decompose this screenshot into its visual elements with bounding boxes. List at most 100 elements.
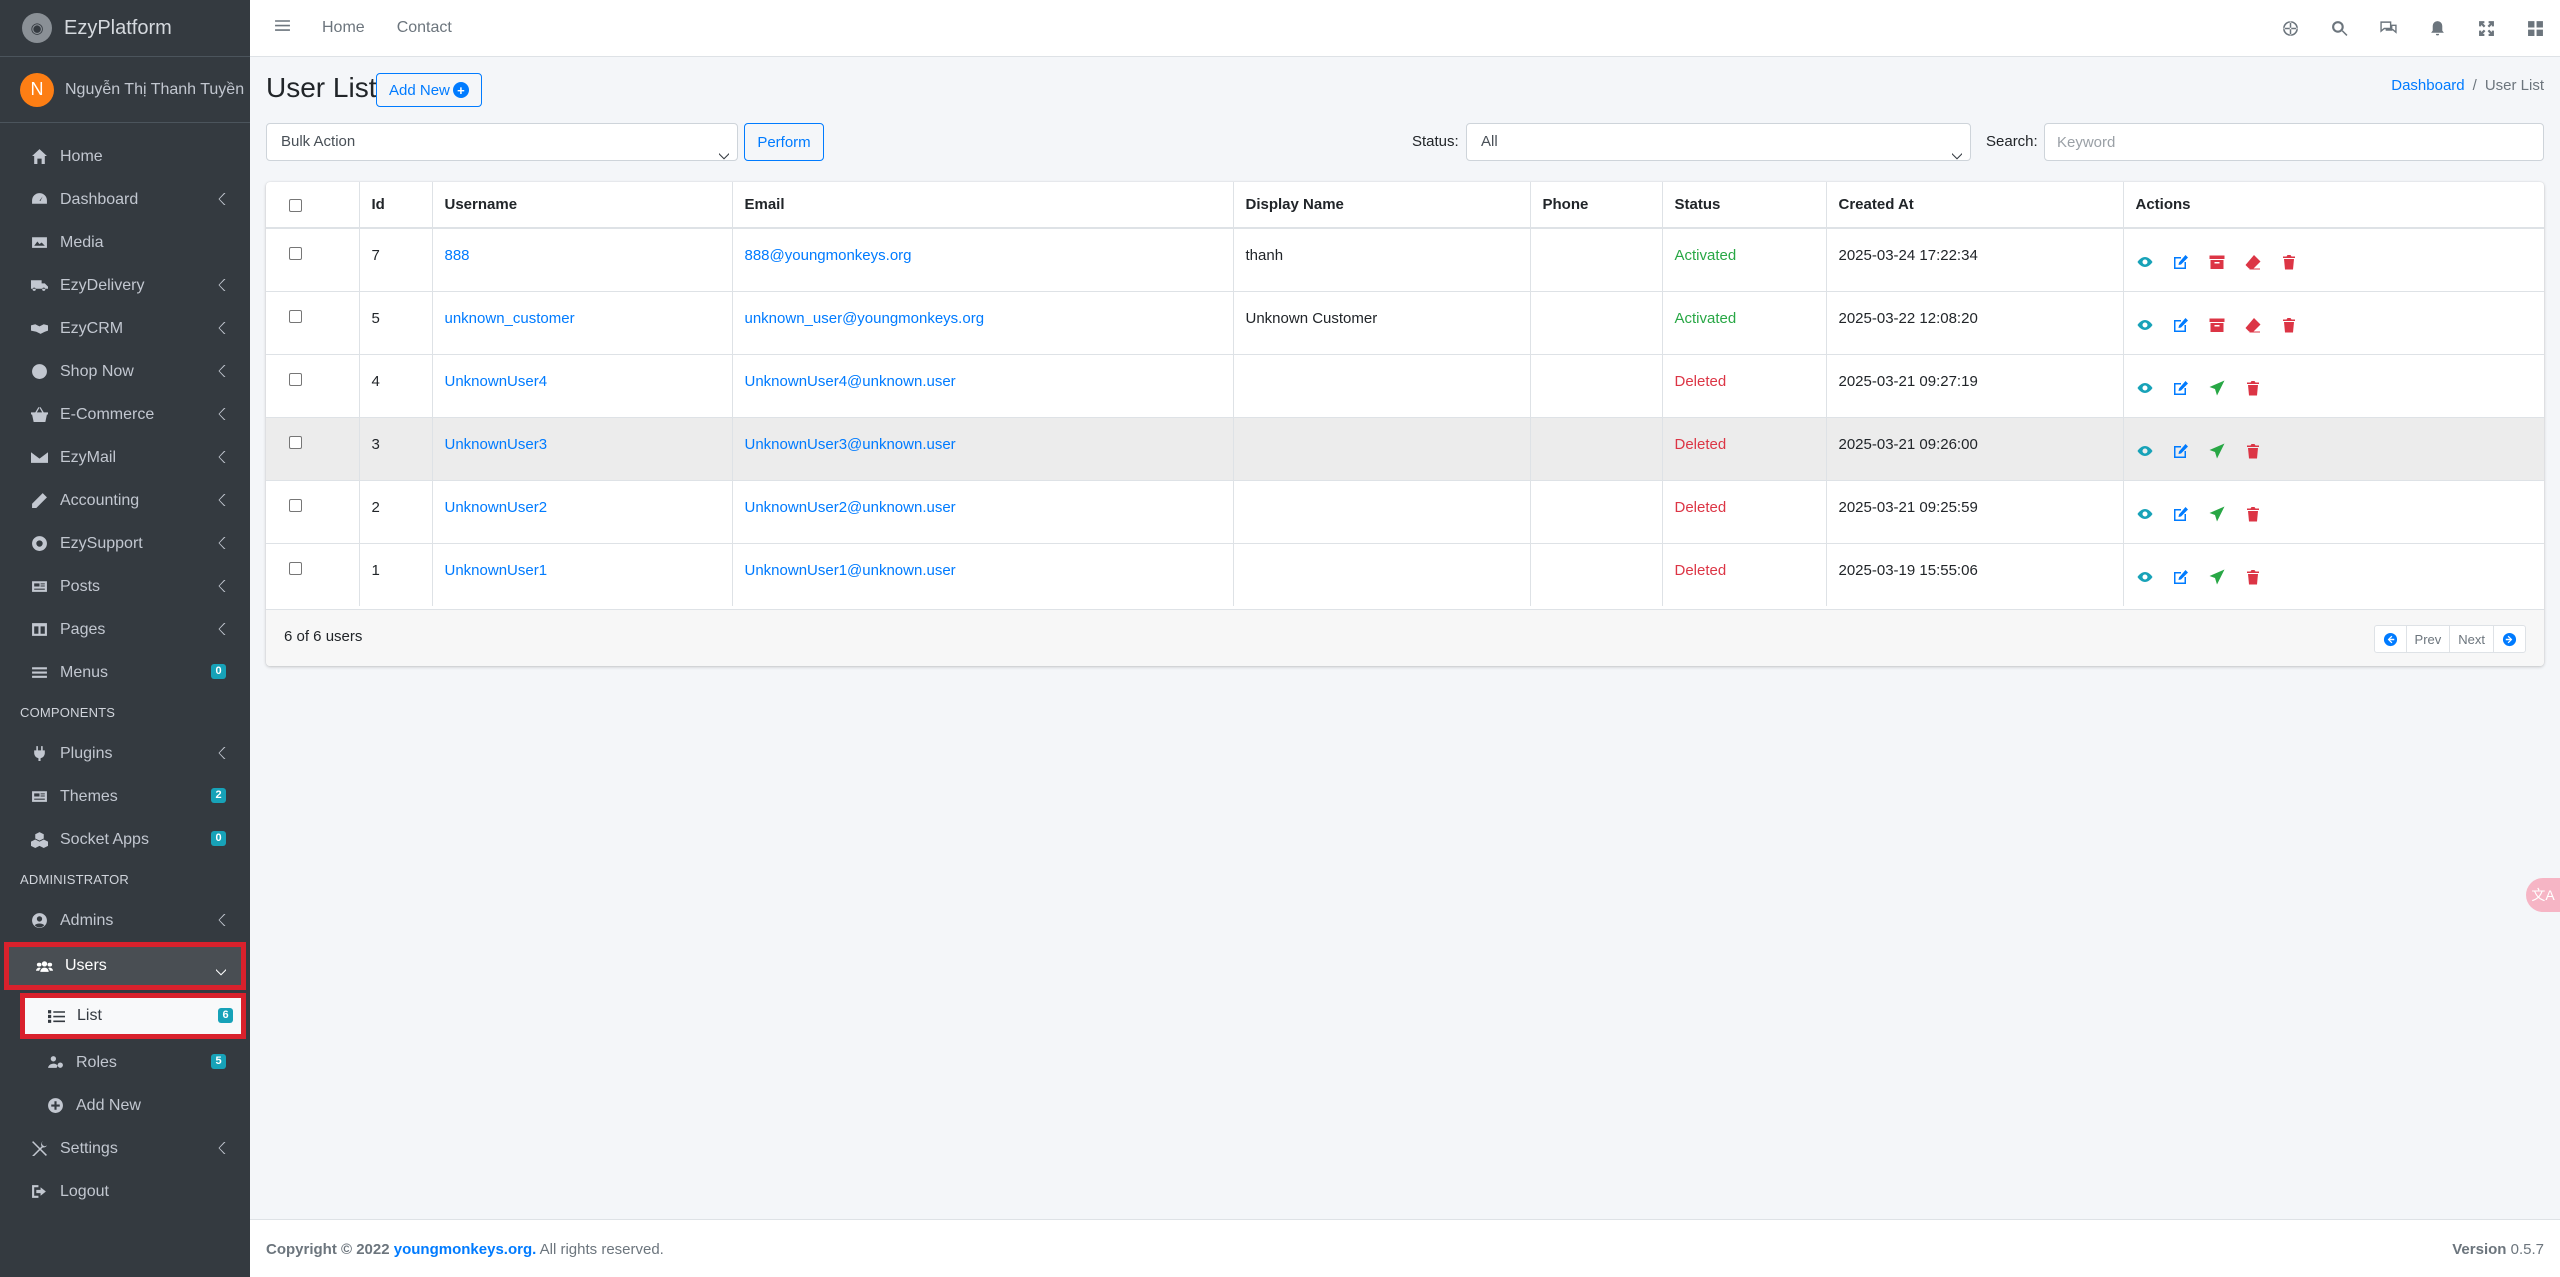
sidebar-item-posts[interactable]: Posts [0, 565, 250, 608]
trash-icon[interactable] [2280, 316, 2298, 334]
sidebar-item-admins[interactable]: Admins [0, 899, 250, 942]
row-checkbox[interactable] [289, 435, 302, 449]
sidebar-item-users[interactable]: Users [4, 942, 246, 990]
comments-icon[interactable] [2364, 20, 2413, 37]
email-link[interactable]: UnknownUser3@unknown.user [732, 416, 1234, 480]
view-eye-icon[interactable] [2136, 442, 2154, 460]
bell-icon[interactable] [2413, 20, 2462, 37]
perform-button[interactable]: Perform [744, 123, 824, 161]
username-link[interactable]: UnknownUser1 [432, 542, 733, 606]
archive-icon[interactable] [2208, 316, 2226, 334]
user-panel[interactable]: N Nguyễn Thị Thanh Tuyền [0, 57, 250, 123]
next-page-button[interactable]: Next [2450, 626, 2494, 652]
sidebar-item-home[interactable]: Home [0, 135, 250, 178]
view-eye-icon[interactable] [2136, 316, 2154, 334]
column-header-email[interactable]: Email [732, 182, 1234, 229]
search-icon[interactable] [2315, 20, 2364, 37]
expand-icon[interactable] [2462, 20, 2511, 37]
sidebar-item-socket-apps[interactable]: Socket Apps 0 [0, 818, 250, 861]
email-link[interactable]: UnknownUser4@unknown.user [732, 353, 1234, 417]
eraser-icon[interactable] [2244, 253, 2262, 271]
hamburger-menu-icon[interactable] [274, 17, 292, 39]
top-nav-contact-link[interactable]: Contact [397, 19, 452, 37]
edit-icon[interactable] [2172, 505, 2190, 523]
username-link[interactable]: UnknownUser2 [432, 479, 733, 543]
site-link[interactable]: youngmonkeys.org. [394, 1241, 537, 1258]
id-cell: 5 [359, 290, 433, 354]
bulk-action-select[interactable]: Bulk Action [266, 123, 738, 161]
sidebar-item-e-commerce[interactable]: E-Commerce [0, 393, 250, 436]
edit-icon[interactable] [2172, 442, 2190, 460]
view-eye-icon[interactable] [2136, 253, 2154, 271]
last-page-arrow-right-icon[interactable] [2494, 626, 2525, 652]
sidebar-item-dashboard[interactable]: Dashboard [0, 178, 250, 221]
edit-icon[interactable] [2172, 253, 2190, 271]
trash-icon[interactable] [2244, 568, 2262, 586]
send-restore-icon[interactable] [2208, 568, 2226, 586]
sidebar-item-users-list[interactable]: List 6 [20, 993, 246, 1039]
username-link[interactable]: UnknownUser3 [432, 416, 733, 480]
column-header-created-at[interactable]: Created At [1826, 182, 2124, 229]
sidebar-item-logout[interactable]: Logout [0, 1170, 250, 1213]
email-link[interactable]: unknown_user@youngmonkeys.org [732, 290, 1234, 354]
column-header-phone[interactable]: Phone [1530, 182, 1663, 229]
archive-icon[interactable] [2208, 253, 2226, 271]
brand[interactable]: ◉ EzyPlatform [0, 0, 250, 57]
breadcrumb-dashboard-link[interactable]: Dashboard [2391, 77, 2464, 94]
sidebar-item-menus[interactable]: Menus 0 [0, 651, 250, 694]
column-header-display-name[interactable]: Display Name [1233, 182, 1531, 229]
status-select[interactable]: All [1466, 123, 1971, 161]
top-nav-home-link[interactable]: Home [322, 19, 365, 37]
trash-icon[interactable] [2244, 442, 2262, 460]
main-content: User List Add New + Dashboard / User List … [266, 57, 2544, 666]
email-link[interactable]: 888@youngmonkeys.org [732, 227, 1234, 291]
send-restore-icon[interactable] [2208, 505, 2226, 523]
sidebar-item-settings[interactable]: Settings [0, 1127, 250, 1170]
username-link[interactable]: 888 [432, 227, 733, 291]
sidebar-item-accounting[interactable]: Accounting [0, 479, 250, 522]
trash-icon[interactable] [2244, 379, 2262, 397]
edit-icon[interactable] [2172, 568, 2190, 586]
row-checkbox[interactable] [289, 372, 302, 386]
edit-icon[interactable] [2172, 379, 2190, 397]
sidebar-item-themes[interactable]: Themes 2 [0, 775, 250, 818]
view-eye-icon[interactable] [2136, 505, 2154, 523]
edit-icon[interactable] [2172, 316, 2190, 334]
select-all-checkbox[interactable] [289, 198, 302, 212]
view-eye-icon[interactable] [2136, 568, 2154, 586]
sidebar-item-media[interactable]: Media [0, 221, 250, 264]
sidebar-item-pages[interactable]: Pages [0, 608, 250, 651]
prev-page-button[interactable]: Prev [2407, 626, 2451, 652]
column-header-status[interactable]: Status [1662, 182, 1827, 229]
send-restore-icon[interactable] [2208, 442, 2226, 460]
view-eye-icon[interactable] [2136, 379, 2154, 397]
trash-icon[interactable] [2280, 253, 2298, 271]
translate-icon[interactable]: 文A [2526, 878, 2560, 912]
trash-icon[interactable] [2244, 505, 2262, 523]
sidebar-item-ezycrm[interactable]: EzyCRM [0, 307, 250, 350]
first-page-arrow-left-icon[interactable] [2375, 626, 2407, 652]
globe-icon[interactable] [2266, 20, 2315, 37]
email-link[interactable]: UnknownUser2@unknown.user [732, 479, 1234, 543]
sidebar-item-shop-now[interactable]: Shop Now [0, 350, 250, 393]
apps-grid-icon[interactable] [2511, 20, 2560, 37]
column-header-id[interactable]: Id [359, 182, 433, 229]
row-checkbox[interactable] [289, 309, 302, 323]
row-checkbox[interactable] [289, 247, 302, 260]
username-link[interactable]: unknown_customer [432, 290, 733, 354]
row-checkbox[interactable] [289, 561, 302, 575]
sidebar-item-plugins[interactable]: Plugins [0, 732, 250, 775]
sidebar-item-ezysupport[interactable]: EzySupport [0, 522, 250, 565]
sidebar-item-users-roles[interactable]: Roles 5 [0, 1041, 250, 1084]
row-checkbox[interactable] [289, 498, 302, 512]
add-new-button[interactable]: Add New + [376, 73, 482, 107]
eraser-icon[interactable] [2244, 316, 2262, 334]
username-link[interactable]: UnknownUser4 [432, 353, 733, 417]
email-link[interactable]: UnknownUser1@unknown.user [732, 542, 1234, 606]
sidebar-item-ezymail[interactable]: EzyMail [0, 436, 250, 479]
search-input[interactable] [2044, 123, 2544, 161]
send-restore-icon[interactable] [2208, 379, 2226, 397]
sidebar-item-users-add-new[interactable]: Add New [0, 1084, 250, 1127]
sidebar-item-ezydelivery[interactable]: EzyDelivery [0, 264, 250, 307]
column-header-username[interactable]: Username [432, 182, 733, 229]
